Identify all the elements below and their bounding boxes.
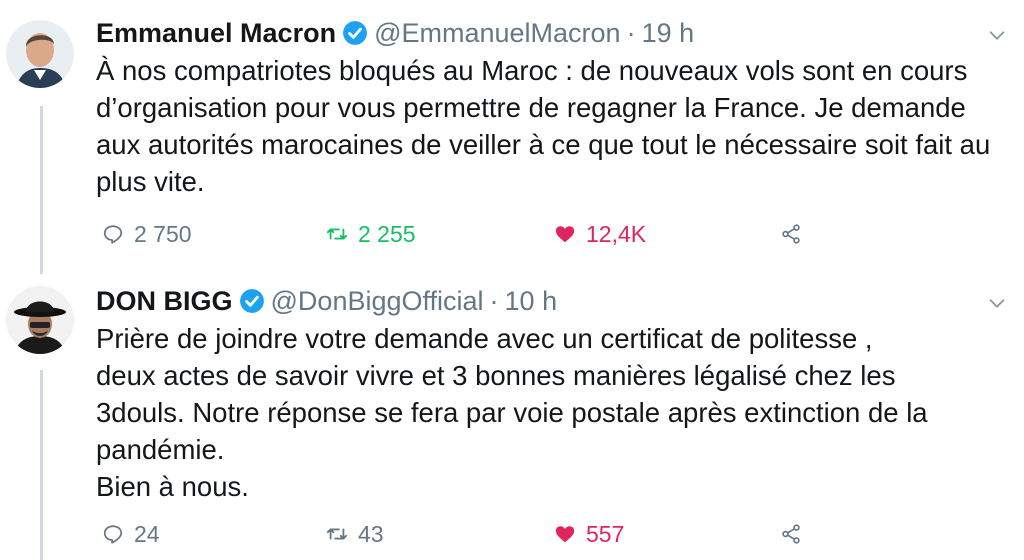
retweet-count: 43	[358, 520, 384, 547]
tweet-text-line: Bien à nous.	[96, 471, 249, 502]
separator-dot: ·	[626, 17, 636, 48]
tweet-text: À nos compatriotes bloqués au Maroc : de…	[96, 55, 991, 197]
chevron-down-icon[interactable]	[986, 24, 1008, 46]
tweet-timestamp[interactable]: 19 h	[642, 18, 695, 49]
retweet-icon	[326, 528, 348, 540]
reply-icon	[103, 525, 123, 544]
heart-icon	[555, 526, 575, 543]
like-button[interactable]: 12,4K	[554, 216, 646, 252]
retweet-icon	[326, 228, 348, 240]
retweet-button[interactable]: 43	[326, 516, 384, 552]
share-icon	[782, 224, 800, 244]
reply-count: 2 750	[134, 220, 192, 247]
share-button[interactable]	[780, 216, 812, 252]
tweet-text-line: Prière de joindre votre demande avec un …	[96, 323, 873, 354]
author-handle[interactable]: @DonBiggOfficial	[271, 286, 484, 317]
avatar[interactable]	[6, 20, 74, 88]
tweet-actions: 24 43 557	[0, 516, 1024, 552]
tweet-text: Prière de joindre votre demande avec un …	[96, 320, 1001, 505]
avatar[interactable]	[6, 286, 74, 354]
tweet-text-line: 3douls. Notre réponse se fera par voie p…	[96, 397, 928, 428]
author-handle[interactable]: @EmmanuelMacron	[374, 18, 621, 49]
author-name[interactable]: Emmanuel Macron	[96, 18, 336, 49]
tweet-actions: 2 750 2 255 12,4K	[0, 216, 1024, 252]
reply-button[interactable]: 24	[102, 516, 160, 552]
retweet-count: 2 255	[358, 220, 416, 247]
separator-dot: ·	[489, 285, 499, 316]
tweet-text-line: deux actes de savoir vivre et 3 bonnes m…	[96, 360, 896, 391]
tweet-timestamp[interactable]: 10 h	[505, 286, 558, 317]
share-icon	[782, 524, 800, 544]
reply-count: 24	[134, 520, 160, 547]
retweet-button[interactable]: 2 255	[326, 216, 416, 252]
verified-badge-icon	[239, 288, 265, 314]
like-button[interactable]: 557	[554, 516, 624, 552]
share-button[interactable]	[780, 516, 812, 552]
chevron-down-icon[interactable]	[986, 292, 1008, 314]
tweet-text-line: pandémie.	[96, 434, 225, 465]
heart-icon	[555, 226, 575, 243]
reply-button[interactable]: 2 750	[102, 216, 192, 252]
like-count: 12,4K	[586, 220, 647, 247]
reply-icon	[103, 225, 123, 244]
author-name[interactable]: DON BIGG	[96, 286, 233, 317]
tweet-header: DON BIGG @DonBiggOfficial · 10 h	[96, 283, 557, 319]
like-count: 557	[586, 520, 625, 547]
verified-badge-icon	[342, 20, 368, 46]
tweet-header: Emmanuel Macron @EmmanuelMacron · 19 h	[96, 15, 694, 51]
